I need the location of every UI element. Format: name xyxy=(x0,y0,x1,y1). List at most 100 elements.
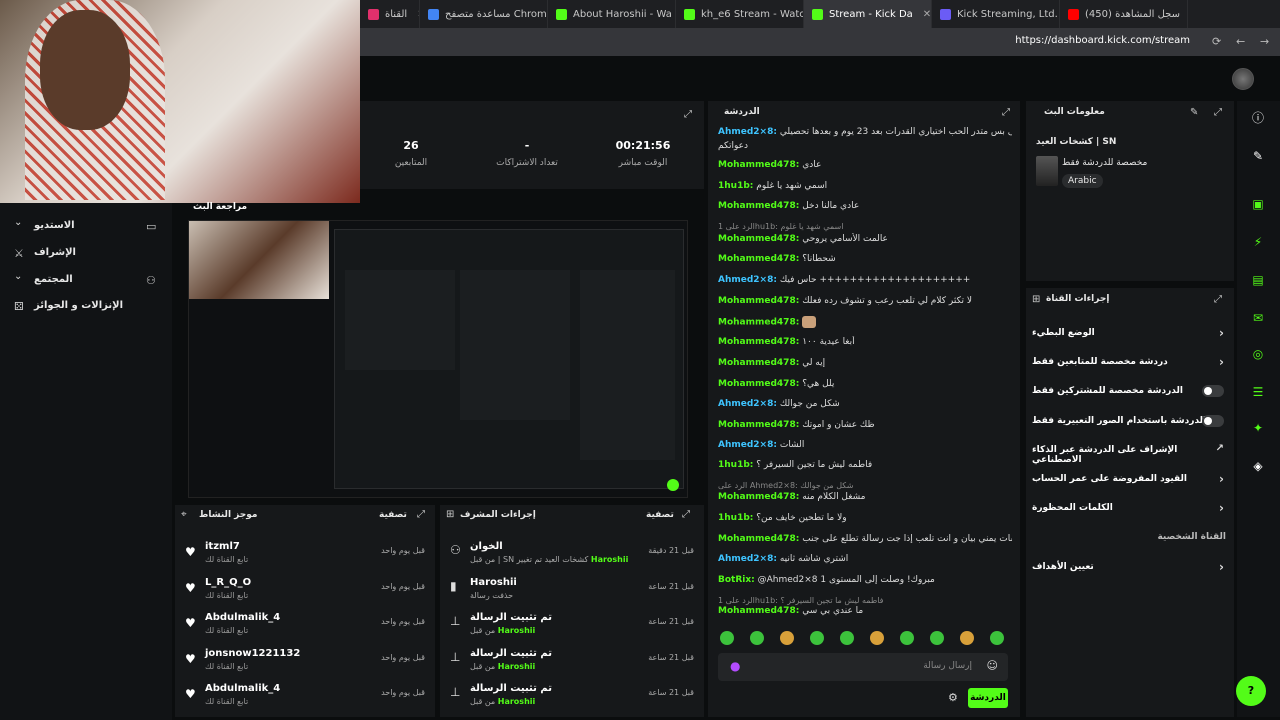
external-link-icon[interactable]: ↗ xyxy=(1216,443,1224,454)
chat-username[interactable]: Ahmed2×8: xyxy=(718,440,777,450)
toggle-switch[interactable] xyxy=(1202,385,1224,398)
activity-filter-button[interactable]: تصفية xyxy=(379,510,407,520)
chat-send-button[interactable]: الدردشة xyxy=(968,688,1008,708)
channel-action-row[interactable]: الإشراف على الدردشة عبر الذكاء الاصطناعي… xyxy=(1032,441,1226,465)
chat-username[interactable]: Ahmed2×8: xyxy=(718,275,777,285)
browser-tab[interactable]: مساعدة متصفح Chrome✕ xyxy=(420,0,548,28)
chat-username[interactable]: Mohammed478: xyxy=(718,254,799,264)
close-icon[interactable]: ✕ xyxy=(923,9,931,20)
broadcast-icon[interactable]: ◎ xyxy=(1249,345,1267,363)
sidebar-item[interactable]: الإنزالات و الجوائز ⚄ xyxy=(0,297,172,317)
browser-tab[interactable]: Kick Streaming, Ltd.✕ xyxy=(932,0,1060,28)
gear-icon[interactable]: ⚙ xyxy=(948,691,958,704)
pin-panel-icon[interactable]: ⌖ xyxy=(181,509,187,520)
chevron-down-icon[interactable]: ⌄ xyxy=(14,271,22,282)
channel-action-row[interactable]: الكلمات المحظورة › xyxy=(1032,499,1226,521)
channel-action-row[interactable]: الدردشة مخصصة للمشتركين فقط xyxy=(1032,382,1226,404)
mod-action-user[interactable]: Haroshii xyxy=(498,626,535,635)
mod-action-user[interactable]: Haroshii xyxy=(591,555,628,564)
activity-user[interactable]: L_R_Q_O xyxy=(205,577,251,588)
stream-preview[interactable] xyxy=(188,220,688,498)
chat-username[interactable]: Mohammed478: xyxy=(718,420,799,430)
avatar[interactable] xyxy=(1232,68,1254,90)
browser-tab[interactable]: Stream - Kick Da ✕ xyxy=(804,0,932,28)
chevron-right-icon[interactable]: › xyxy=(1219,501,1224,515)
browser-tab[interactable]: (450) سجل المشاهدة✕ xyxy=(1060,0,1188,28)
pin-panel-icon[interactable]: ⊞ xyxy=(446,509,454,520)
list-icon[interactable]: ☰ xyxy=(1249,383,1267,401)
chevron-down-icon[interactable]: ⌄ xyxy=(14,217,22,228)
chat-username[interactable]: Mohammed478: xyxy=(718,534,799,544)
channel-action-row[interactable]: الدردشة باستخدام الصور التعبيرية فقط xyxy=(1032,412,1226,434)
channel-action-row[interactable]: دردشة مخصصة للمتابعين فقط › xyxy=(1032,353,1226,375)
pin-panel-icon[interactable]: ⊞ xyxy=(1032,294,1040,305)
chat-username[interactable]: Ahmed2×8: xyxy=(718,554,777,564)
microphone-icon[interactable]: ● xyxy=(730,659,740,673)
sidebar-item[interactable]: ⌄ الاستديو ▭ xyxy=(0,217,172,237)
chat-username[interactable]: Mohammed478: xyxy=(718,234,799,244)
channel-action-row[interactable]: تعيين الأهداف › xyxy=(1032,558,1226,580)
emote-icon[interactable] xyxy=(750,631,764,645)
gamepad-icon[interactable]: ◈ xyxy=(1249,457,1267,475)
expand-icon[interactable]: ⤢ xyxy=(417,509,425,520)
emote-icon[interactable] xyxy=(780,631,794,645)
activity-user[interactable]: jonsnow1221132 xyxy=(205,648,300,659)
channel-action-row[interactable]: القيود المفروضة على عمر الحساب › xyxy=(1032,470,1226,492)
chat-username[interactable]: Mohammed478: xyxy=(718,337,799,347)
back-icon[interactable]: ← xyxy=(1236,35,1245,48)
chevron-right-icon[interactable]: › xyxy=(1219,472,1224,486)
sidebar-item[interactable]: ⌄ المجتمع ⚇ xyxy=(0,271,172,291)
emote-icon[interactable] xyxy=(840,631,854,645)
info-icon[interactable]: ⓘ xyxy=(1249,109,1267,127)
emoji-icon[interactable]: ☺ xyxy=(987,659,998,672)
chat-username[interactable]: Mohammed478: xyxy=(718,318,799,328)
chat-username[interactable]: Mohammed478: xyxy=(718,606,799,616)
expand-icon[interactable]: ⤢ xyxy=(1002,107,1010,118)
chat-username[interactable]: Mohammed478: xyxy=(718,379,799,389)
document-icon[interactable]: ▤ xyxy=(1249,271,1267,289)
chat-username[interactable]: Ahmed2×8: xyxy=(718,399,777,409)
chat-username[interactable]: Mohammed478: xyxy=(718,296,799,306)
chat-username[interactable]: Ahmed2×8: xyxy=(718,127,777,137)
edit-icon[interactable]: ✎ xyxy=(1190,107,1198,118)
expand-icon[interactable]: ⤢ xyxy=(1214,294,1222,305)
chat-username[interactable]: Mohammed478: xyxy=(718,358,799,368)
refresh-icon[interactable]: ⟳ xyxy=(1212,35,1221,48)
chat-username[interactable]: 1hu1b: xyxy=(718,513,753,523)
help-button[interactable]: ? xyxy=(1236,676,1266,706)
screen-icon[interactable]: ▣ xyxy=(1249,195,1267,213)
emote-icon[interactable] xyxy=(930,631,944,645)
forward-icon[interactable]: → xyxy=(1260,35,1269,48)
activity-user[interactable]: Abdulmalik_4 xyxy=(205,612,280,623)
chat-username[interactable]: 1hu1b: xyxy=(718,460,753,470)
chat-username[interactable]: 1hu1b: xyxy=(718,181,753,191)
bolt-icon[interactable]: ⚡ xyxy=(1249,233,1267,251)
emote-icon[interactable] xyxy=(990,631,1004,645)
expand-icon[interactable]: ⤢ xyxy=(684,109,692,120)
activity-user[interactable]: Abdulmalik_4 xyxy=(205,683,280,694)
emote-icon[interactable] xyxy=(870,631,884,645)
chat-username[interactable]: Mohammed478: xyxy=(718,160,799,170)
url-text[interactable]: https://dashboard.kick.com/stream xyxy=(1015,35,1190,46)
emote-icon[interactable] xyxy=(810,631,824,645)
browser-tab[interactable]: About Haroshii - Wa✕ xyxy=(548,0,676,28)
emote-icon[interactable] xyxy=(960,631,974,645)
toggle-switch[interactable] xyxy=(1202,414,1224,427)
expand-icon[interactable]: ⤢ xyxy=(1214,107,1222,118)
mod-action-user[interactable]: Haroshii xyxy=(498,697,535,706)
channel-action-row[interactable]: القناة الشخصية xyxy=(1032,528,1226,550)
chevron-right-icon[interactable]: › xyxy=(1219,326,1224,340)
mod-filter-button[interactable]: تصفية xyxy=(646,510,674,520)
emote-icon[interactable] xyxy=(720,631,734,645)
browser-tab[interactable]: القناة✕ xyxy=(360,0,420,28)
chevron-right-icon[interactable]: › xyxy=(1219,355,1224,369)
pencil-icon[interactable]: ✎ xyxy=(1249,147,1267,165)
mod-action-user[interactable]: Haroshii xyxy=(498,662,535,671)
wrench-icon[interactable]: ✦ xyxy=(1249,419,1267,437)
chat-username[interactable]: Mohammed478: xyxy=(718,492,799,502)
activity-user[interactable]: itzml7 xyxy=(205,541,240,552)
sidebar-item[interactable]: الإشراف ⚔ xyxy=(0,244,172,264)
chat-icon[interactable]: ✉ xyxy=(1249,309,1267,327)
chat-username[interactable]: Mohammed478: xyxy=(718,201,799,211)
expand-icon[interactable]: ⤢ xyxy=(682,509,690,520)
